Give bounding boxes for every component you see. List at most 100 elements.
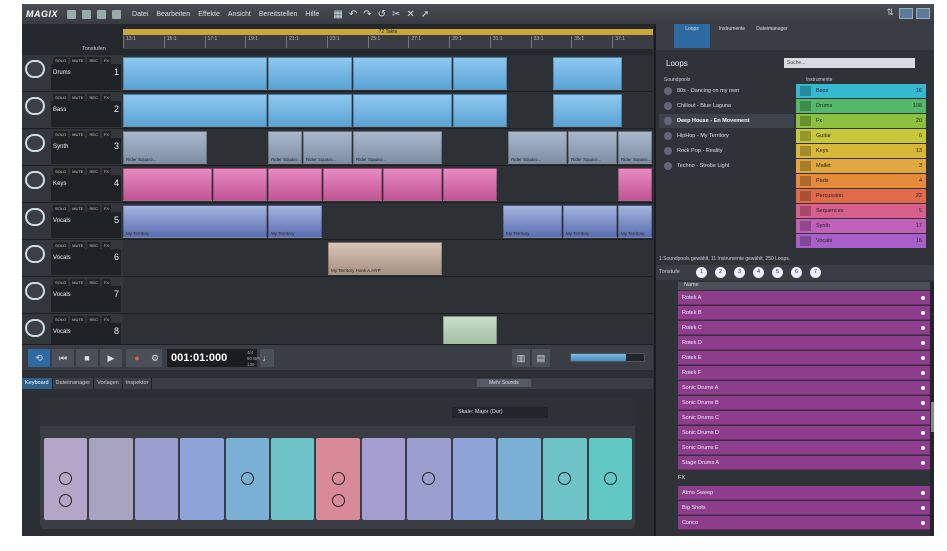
keyboard-key[interactable] bbox=[361, 438, 406, 520]
audio-clip[interactable] bbox=[123, 94, 267, 127]
track-lane[interactable]: My Territory My Territory My Territory My T… bbox=[123, 203, 653, 240]
track-lane[interactable] bbox=[123, 166, 653, 203]
track-solo-button[interactable]: SOLO bbox=[53, 168, 69, 175]
track-solo-button[interactable]: SOLO bbox=[53, 94, 69, 101]
tab-keyboard[interactable]: Keyboard bbox=[22, 378, 53, 389]
instrument-item[interactable]: Guitar 6 bbox=[796, 129, 926, 143]
new-file-icon[interactable] bbox=[67, 9, 77, 19]
track-instrument-icon[interactable] bbox=[25, 134, 45, 152]
audio-clip[interactable] bbox=[353, 94, 452, 127]
open-folder-icon[interactable] bbox=[82, 9, 92, 19]
loop-list-scrollbar[interactable] bbox=[930, 282, 934, 536]
tonstufe-circle[interactable]: 6 bbox=[791, 267, 802, 278]
audio-clip[interactable] bbox=[213, 168, 267, 201]
audio-clip[interactable]: Rider Squaro... bbox=[508, 131, 567, 164]
track-rec-button[interactable]: REC bbox=[87, 205, 100, 212]
play-button[interactable]: ▶ bbox=[100, 349, 122, 367]
audio-clip[interactable] bbox=[268, 168, 322, 201]
track-mute-button[interactable]: MUTE bbox=[70, 168, 86, 175]
track-rec-button[interactable]: REC bbox=[87, 168, 100, 175]
instrument-item[interactable]: Sequences 5 bbox=[796, 204, 926, 218]
track-mute-button[interactable]: MUTE bbox=[70, 242, 86, 249]
redo-icon[interactable]: ↷ bbox=[363, 9, 371, 20]
track-instrument-icon[interactable] bbox=[25, 245, 45, 263]
stop-button[interactable]: ■ bbox=[76, 349, 98, 367]
soundpool-item[interactable]: HipHop - My Territory bbox=[659, 129, 794, 143]
audio-clip[interactable]: Rider Squaro... bbox=[353, 131, 442, 164]
play-dot-icon[interactable] bbox=[921, 326, 925, 330]
track-rec-button[interactable]: REC bbox=[87, 316, 100, 323]
instrument-item[interactable]: Vocals 16 bbox=[796, 234, 926, 248]
track-solo-button[interactable]: SOLO bbox=[53, 242, 69, 249]
instrument-item[interactable]: Bass 16 bbox=[796, 84, 926, 98]
keyboard-key[interactable] bbox=[89, 438, 133, 520]
tab-dateimanager[interactable]: Dateimanager bbox=[53, 378, 95, 389]
audio-clip[interactable]: Rider Squaro... bbox=[568, 131, 617, 164]
track-solo-button[interactable]: SOLO bbox=[53, 279, 69, 286]
rewind-button[interactable]: ⏮ bbox=[52, 349, 74, 367]
audio-clip[interactable]: Rider Squaro... bbox=[123, 131, 207, 164]
play-dot-icon[interactable] bbox=[921, 401, 925, 405]
track-lane[interactable]: My Territory Hook A.HYP bbox=[123, 240, 653, 277]
menu-effekte[interactable]: Effekte bbox=[198, 11, 220, 18]
soundpool-item[interactable]: Rock Pop - Reality bbox=[659, 144, 794, 158]
play-dot-icon[interactable] bbox=[921, 431, 925, 435]
loop-row[interactable]: Stage Drums A bbox=[678, 456, 930, 470]
track-instrument-icon[interactable] bbox=[25, 97, 45, 115]
timeline-ruler[interactable]: 72 Takte 13:1 15:1 17:1 19:1 21:1 23:1 25:1 27:… bbox=[123, 29, 653, 49]
audio-clip[interactable] bbox=[453, 94, 507, 127]
soundpool-item[interactable]: 80s - Dancing on my own bbox=[659, 84, 794, 98]
track-fx-button[interactable]: FX bbox=[101, 279, 112, 286]
loop-row[interactable]: Rotek D bbox=[678, 336, 930, 350]
soundpool-item[interactable]: Deep House - En Movement bbox=[659, 114, 794, 128]
audio-clip[interactable]: My Territory bbox=[503, 205, 562, 238]
loop-row[interactable]: Atmo Sweep bbox=[678, 486, 930, 500]
keyboard-key[interactable] bbox=[407, 438, 451, 520]
audio-clip[interactable]: My Territory bbox=[123, 205, 267, 238]
track-solo-button[interactable]: SOLO bbox=[53, 57, 69, 64]
loop-row[interactable]: Conco bbox=[678, 516, 930, 530]
instrument-item[interactable]: Synth 17 bbox=[796, 219, 926, 233]
expand-arrows-icon[interactable]: ⇅ bbox=[886, 7, 894, 18]
save-icon[interactable] bbox=[97, 9, 107, 19]
undo-icon[interactable]: ↶ bbox=[349, 9, 357, 20]
keyboard-key[interactable] bbox=[588, 438, 633, 520]
metronome-button[interactable]: ♩ bbox=[260, 349, 274, 367]
master-volume-slider[interactable] bbox=[570, 353, 645, 362]
instrument-item[interactable]: Pads 4 bbox=[796, 174, 926, 188]
browser-tab-dateimanager[interactable]: Dateimanager bbox=[754, 24, 790, 48]
tonstufe-circle[interactable]: 5 bbox=[772, 267, 783, 278]
tonstufe-circle[interactable]: 7 bbox=[810, 267, 821, 278]
track-fx-button[interactable]: FX bbox=[101, 168, 112, 175]
keyboard-key[interactable] bbox=[497, 438, 542, 520]
audio-clip[interactable] bbox=[553, 57, 622, 90]
record-button[interactable]: ● bbox=[126, 349, 148, 367]
menu-datei[interactable]: Datei bbox=[132, 11, 148, 18]
track-fx-button[interactable]: FX bbox=[101, 94, 112, 101]
keyboard-key[interactable] bbox=[316, 438, 360, 520]
loop-row[interactable]: Sonic Drums D bbox=[678, 426, 930, 440]
play-dot-icon[interactable] bbox=[921, 491, 925, 495]
track-instrument-icon[interactable] bbox=[25, 60, 45, 78]
audio-clip[interactable]: Rider Squaro... bbox=[268, 131, 302, 164]
track-lane[interactable] bbox=[123, 277, 653, 314]
audio-clip[interactable] bbox=[268, 94, 352, 127]
keyboard-key[interactable] bbox=[44, 438, 88, 520]
tonstufe-circle[interactable]: 2 bbox=[715, 267, 726, 278]
loop-row[interactable]: Sonic Drums C bbox=[678, 411, 930, 425]
track-header[interactable]: SOLO MUTE REC FX Vocals 7 bbox=[22, 277, 123, 314]
track-mute-button[interactable]: MUTE bbox=[70, 57, 86, 64]
play-dot-icon[interactable] bbox=[921, 446, 925, 450]
soundpool-item[interactable]: Techno - Strobe Light bbox=[659, 159, 794, 173]
view-mode-button[interactable]: ▥ bbox=[512, 349, 530, 367]
audio-clip[interactable] bbox=[123, 57, 267, 90]
track-mute-button[interactable]: MUTE bbox=[70, 279, 86, 286]
loop-row[interactable]: Sonic Drums B bbox=[678, 396, 930, 410]
layout-button[interactable] bbox=[899, 8, 913, 19]
keyboard-key[interactable] bbox=[225, 438, 269, 520]
tab-vorlagen[interactable]: Vorlagen bbox=[94, 378, 123, 389]
track-rec-button[interactable]: REC bbox=[87, 242, 100, 249]
tab-inspektor[interactable]: Inspektor bbox=[123, 378, 153, 389]
maximize-button[interactable] bbox=[916, 8, 930, 19]
track-mute-button[interactable]: MUTE bbox=[70, 205, 86, 212]
